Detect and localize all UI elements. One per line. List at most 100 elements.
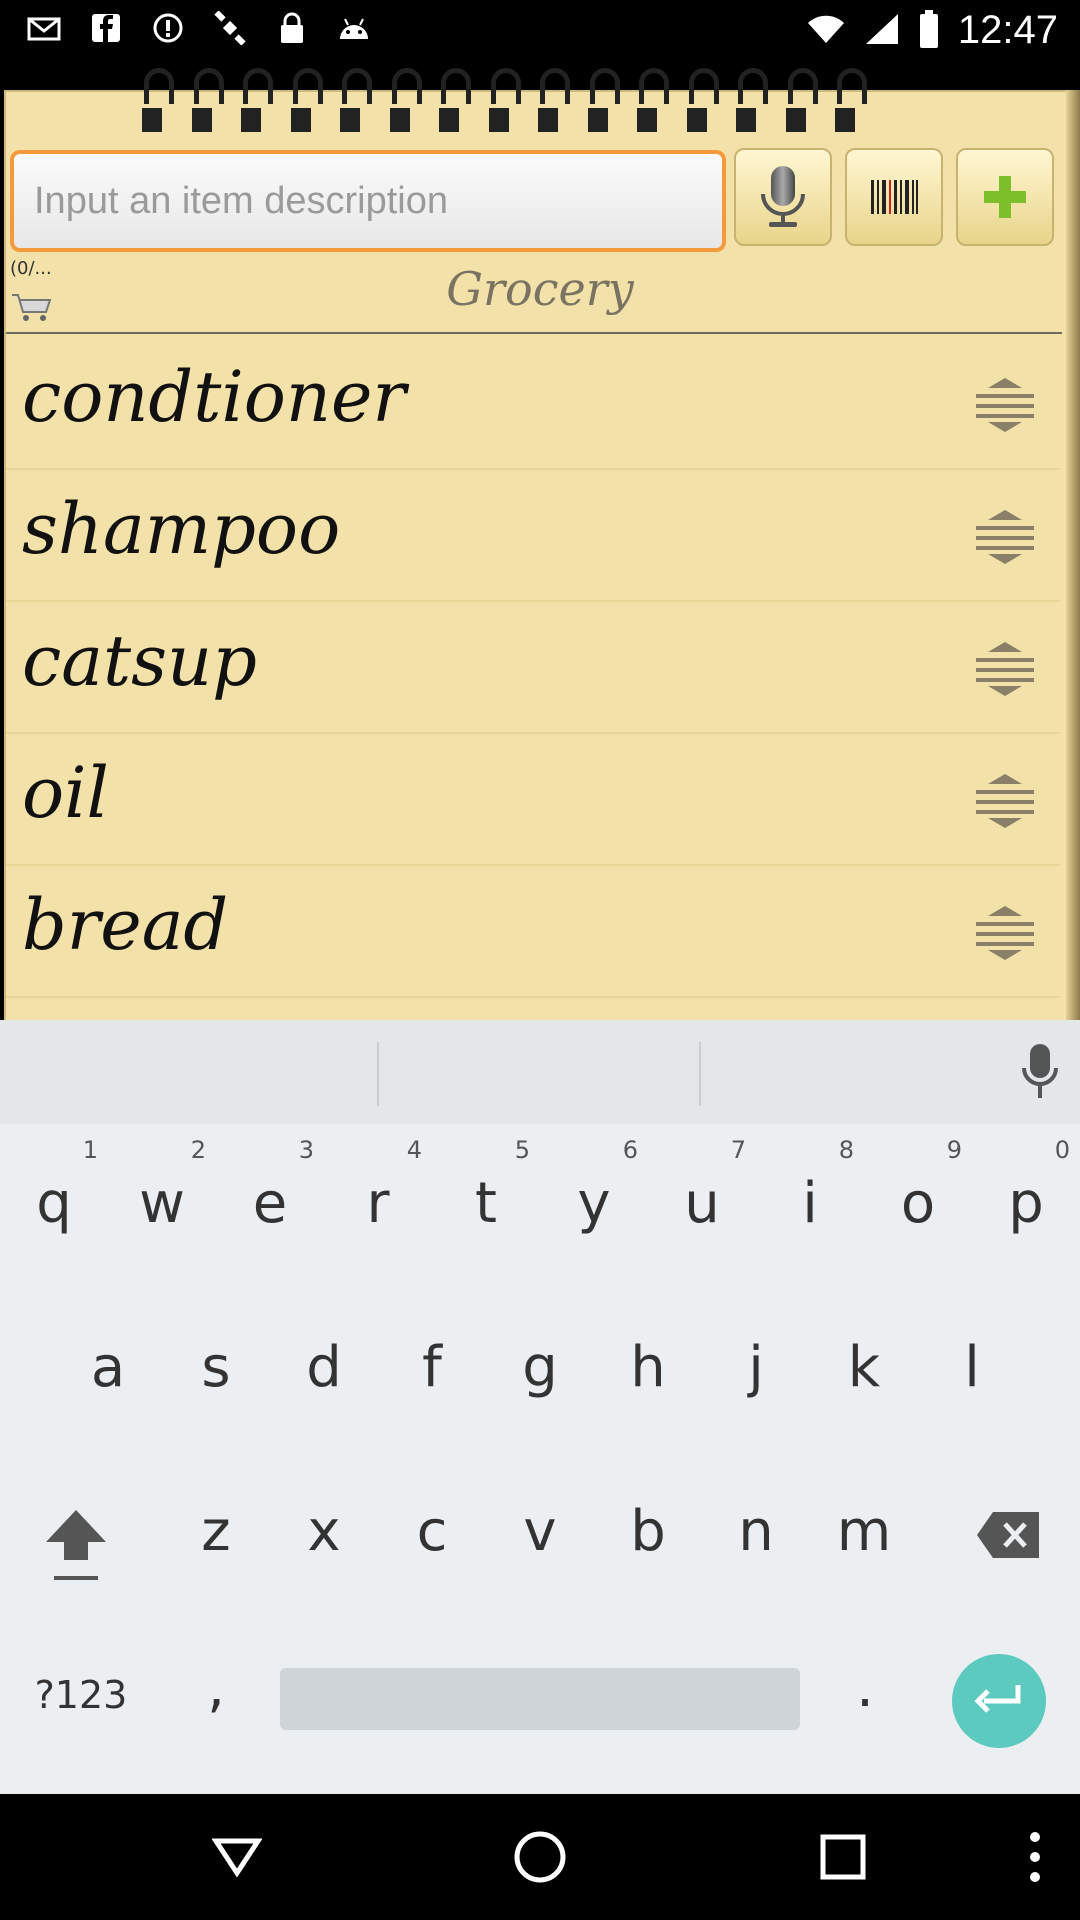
drag-handle-icon[interactable]	[974, 376, 1036, 434]
barcode-scan-button[interactable]	[845, 148, 943, 246]
list-item[interactable]: condtioner	[6, 336, 1060, 470]
spiral-ring	[587, 68, 620, 132]
key-z[interactable]: z	[186, 1504, 246, 1560]
plus-icon	[984, 176, 1026, 218]
key-label: l	[964, 1335, 980, 1400]
key-hint: 3	[298, 1136, 314, 1164]
item-label: bread	[22, 884, 229, 966]
comma-key[interactable]: ,	[196, 1660, 236, 1716]
shift-arrow-icon	[46, 1510, 106, 1580]
key-a[interactable]: a	[78, 1340, 138, 1396]
key-d[interactable]: d	[294, 1340, 354, 1396]
key-hint: 2	[190, 1136, 206, 1164]
key-s[interactable]: s	[186, 1340, 246, 1396]
key-k[interactable]: k	[834, 1340, 894, 1396]
key-label: d	[306, 1335, 342, 1400]
item-input-wrapper[interactable]	[10, 150, 726, 252]
lock-icon	[274, 10, 310, 46]
signal-icon	[864, 12, 900, 50]
key-m[interactable]: m	[834, 1504, 894, 1560]
key-label: v	[523, 1499, 557, 1564]
key-q[interactable]: q1	[24, 1136, 98, 1232]
barcode-icon	[871, 180, 918, 214]
key-label: y	[577, 1171, 611, 1236]
spiral-ring	[736, 68, 768, 132]
spiral-ring	[389, 68, 422, 132]
shift-key[interactable]	[36, 1508, 116, 1588]
key-hint: 0	[1054, 1136, 1070, 1164]
list-item[interactable]: oil	[6, 732, 1060, 866]
battery-icon	[918, 9, 940, 52]
satellite-icon	[212, 10, 248, 46]
page-edge	[1066, 90, 1080, 1030]
drag-handle-icon[interactable]	[974, 640, 1036, 698]
suggestion-divider	[377, 1042, 379, 1106]
recents-button[interactable]	[808, 1822, 878, 1892]
drag-handle-icon[interactable]	[974, 508, 1036, 566]
key-u[interactable]: u7	[672, 1136, 746, 1232]
back-triangle-icon	[212, 1838, 262, 1877]
title-divider	[6, 332, 1062, 334]
key-l[interactable]: l	[942, 1340, 1002, 1396]
key-g[interactable]: g	[510, 1340, 570, 1396]
key-n[interactable]: n	[726, 1504, 786, 1560]
home-button[interactable]	[505, 1822, 575, 1892]
mail-icon	[26, 10, 62, 46]
key-label: i	[802, 1171, 818, 1236]
key-v[interactable]: v	[510, 1504, 570, 1560]
drag-handle-icon[interactable]	[974, 904, 1036, 962]
key-label: w	[139, 1171, 185, 1236]
key-o[interactable]: o9	[888, 1136, 962, 1232]
key-label: z	[201, 1499, 231, 1564]
period-key[interactable]: .	[845, 1660, 885, 1716]
key-label: x	[307, 1499, 341, 1564]
item-label: condtioner	[22, 356, 406, 438]
key-label: r	[366, 1171, 390, 1236]
key-hint: 4	[406, 1136, 422, 1164]
list-item[interactable]: shampoo	[6, 468, 1060, 602]
space-bar[interactable]	[280, 1668, 800, 1730]
key-label: o	[900, 1171, 936, 1236]
key-label: s	[201, 1335, 231, 1400]
key-hint: 6	[622, 1136, 638, 1164]
list-item[interactable]: catsup	[6, 600, 1060, 734]
facebook-icon	[88, 10, 124, 46]
symbols-key[interactable]: ?123	[26, 1676, 136, 1714]
key-f[interactable]: f	[402, 1340, 462, 1396]
key-h[interactable]: h	[618, 1340, 678, 1396]
key-y[interactable]: y6	[564, 1136, 638, 1232]
key-i[interactable]: i8	[780, 1136, 854, 1232]
backspace-icon	[977, 1512, 1039, 1558]
key-e[interactable]: e3	[240, 1136, 314, 1232]
enter-key[interactable]	[952, 1654, 1046, 1748]
key-t[interactable]: t5	[456, 1136, 530, 1232]
key-j[interactable]: j	[726, 1340, 786, 1396]
key-label: a	[90, 1335, 126, 1400]
key-w[interactable]: w2	[132, 1136, 206, 1232]
key-b[interactable]: b	[618, 1504, 678, 1560]
drag-handle-icon[interactable]	[974, 772, 1036, 830]
recents-square-icon	[820, 1834, 866, 1880]
backspace-key[interactable]	[968, 1510, 1048, 1564]
keyboard-mic-icon[interactable]	[1018, 1042, 1062, 1106]
key-p[interactable]: p0	[996, 1136, 1070, 1232]
key-label: k	[847, 1335, 881, 1400]
overflow-menu-button[interactable]	[1000, 1822, 1070, 1892]
list-item[interactable]: bread	[6, 864, 1060, 998]
more-vert-icon	[1030, 1832, 1040, 1882]
spiral-ring	[538, 68, 570, 132]
back-button[interactable]	[202, 1822, 272, 1892]
voice-input-button[interactable]	[734, 148, 832, 246]
add-item-button[interactable]	[956, 148, 1054, 246]
item-description-input[interactable]	[32, 172, 696, 230]
key-label: m	[836, 1499, 892, 1564]
key-label: q	[36, 1171, 72, 1236]
key-hint: 9	[946, 1136, 962, 1164]
clock: 12:47	[957, 8, 1058, 52]
key-r[interactable]: r4	[348, 1136, 422, 1232]
key-hint: 5	[514, 1136, 530, 1164]
key-x[interactable]: x	[294, 1504, 354, 1560]
key-c[interactable]: c	[402, 1504, 462, 1560]
alert-icon	[150, 10, 186, 46]
key-label: n	[738, 1499, 774, 1564]
